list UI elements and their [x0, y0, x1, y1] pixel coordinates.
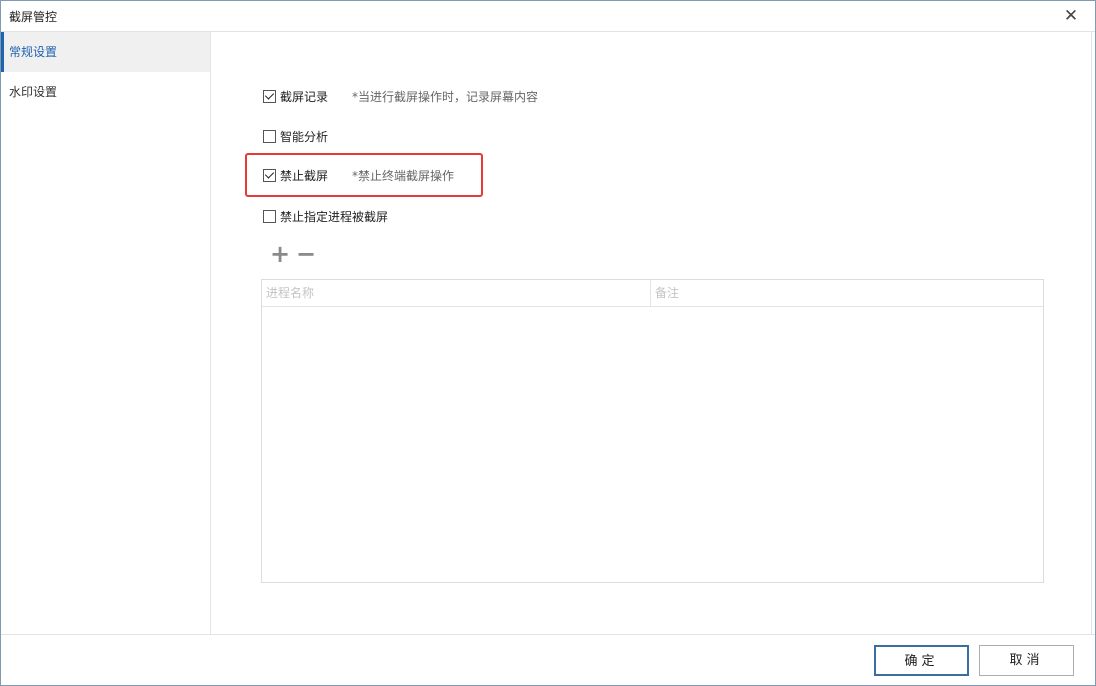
screenshot-record-checkbox[interactable]: [263, 89, 276, 103]
sidebar-item-watermark-settings[interactable]: 水印设置: [1, 72, 210, 112]
option-hint: *当进行截屏操作时，记录屏幕内容: [352, 89, 539, 104]
remove-icon[interactable]: −: [293, 242, 319, 266]
window-title: 截屏管控: [9, 10, 58, 24]
dialog-footer: 确定 取消: [1, 634, 1095, 685]
ok-button[interactable]: 确定: [874, 645, 969, 676]
sidebar-item-label: 水印设置: [9, 85, 58, 99]
option-label: 智能分析: [280, 129, 329, 144]
title-bar: 截屏管控 ✕: [1, 1, 1095, 32]
add-icon[interactable]: +: [267, 242, 293, 266]
option-smart-analysis: 智能分析: [263, 127, 328, 145]
close-icon[interactable]: ✕: [1053, 3, 1089, 29]
sidebar-item-label: 常规设置: [9, 45, 58, 59]
column-header-remark[interactable]: 备注: [651, 280, 1043, 306]
option-label: 禁止指定进程被截屏: [280, 209, 389, 224]
option-screenshot-record: 截屏记录 *当进行截屏操作时，记录屏幕内容: [263, 87, 538, 105]
settings-panel: 截屏记录 *当进行截屏操作时，记录屏幕内容 智能分析 禁止截屏 *禁止终端截屏操…: [212, 32, 1092, 634]
column-header-process-name[interactable]: 进程名称: [262, 280, 651, 306]
sidebar-item-general-settings[interactable]: 常规设置: [1, 32, 210, 72]
process-table: 进程名称 备注: [261, 279, 1044, 583]
forbid-process-screenshot-checkbox[interactable]: [263, 209, 276, 223]
sidebar: 常规设置 水印设置: [1, 32, 211, 634]
forbid-screenshot-checkbox[interactable]: [263, 168, 276, 182]
option-label: 禁止截屏: [280, 168, 329, 183]
dialog-window: 截屏管控 ✕ 常规设置 水印设置 截屏记录 *当进行截屏操作时，记录屏幕内容 智…: [0, 0, 1096, 686]
process-toolbar: + −: [267, 242, 319, 266]
option-forbid-process-screenshot: 禁止指定进程被截屏: [263, 207, 388, 225]
smart-analysis-checkbox[interactable]: [263, 129, 276, 143]
option-hint: *禁止终端截屏操作: [352, 168, 455, 183]
right-divider: [1091, 32, 1092, 634]
cancel-button[interactable]: 取消: [979, 645, 1074, 676]
option-forbid-screenshot: 禁止截屏 *禁止终端截屏操作: [263, 166, 454, 184]
table-header: 进程名称 备注: [262, 280, 1043, 307]
option-label: 截屏记录: [280, 89, 329, 104]
